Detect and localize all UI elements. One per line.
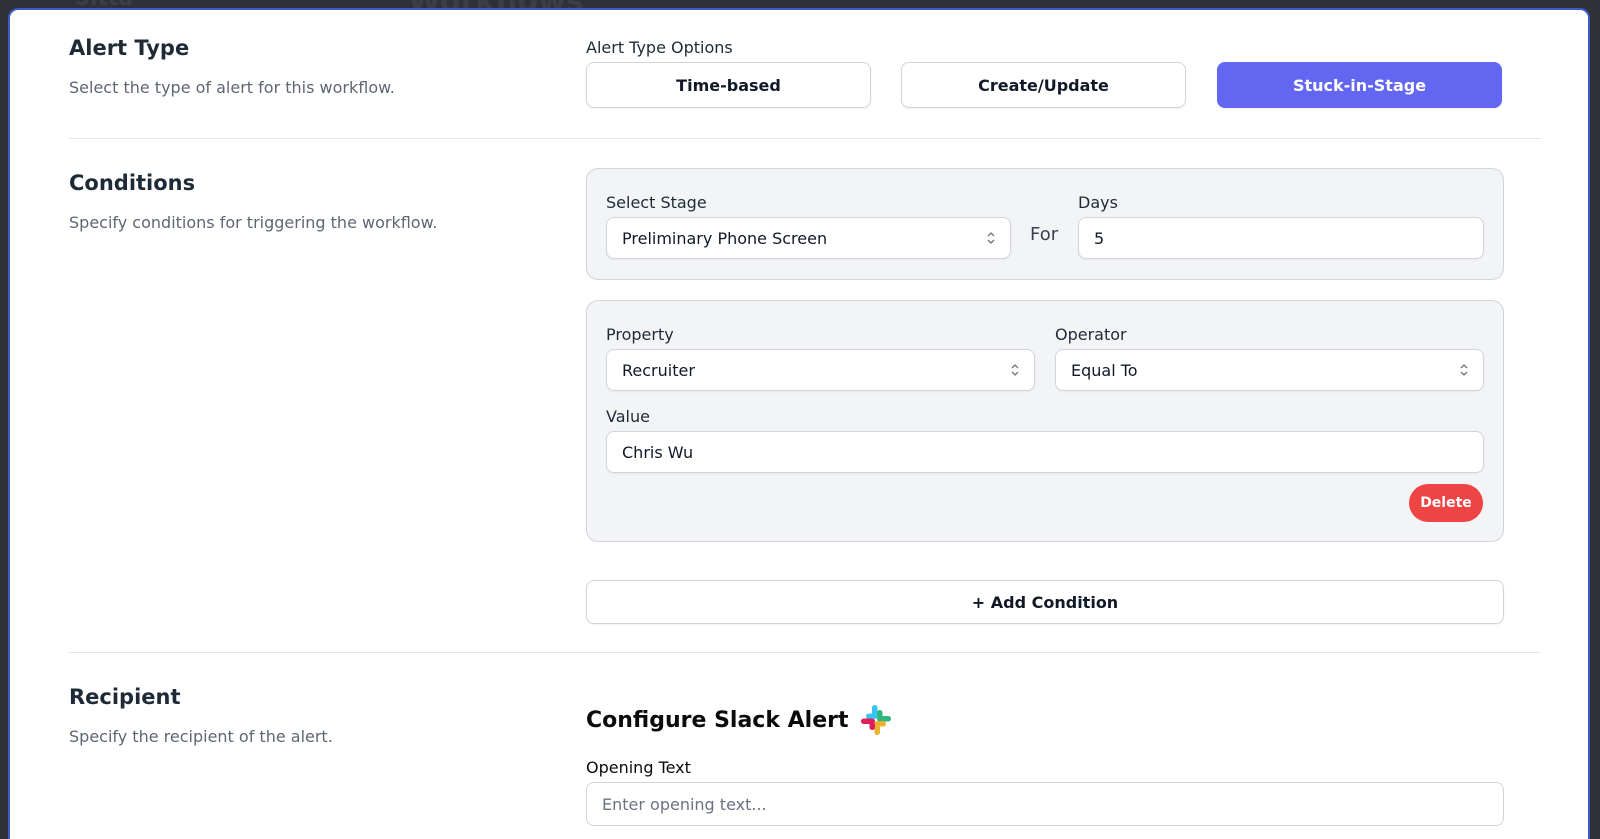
select-stage-dropdown[interactable]: Preliminary Phone Screen	[606, 217, 1011, 259]
slack-alert-title: Configure Slack Alert	[586, 707, 849, 733]
chevron-up-down-icon	[1460, 364, 1468, 376]
alert-type-description: Select the type of alert for this workfl…	[69, 78, 395, 97]
chevron-up-down-icon	[987, 232, 995, 244]
days-input[interactable]	[1078, 217, 1484, 259]
option-time-based-button[interactable]: Time-based	[586, 62, 871, 108]
for-label: For	[1030, 224, 1059, 245]
stage-panel: Select Stage Preliminary Phone Screen Fo…	[586, 168, 1504, 280]
workflow-modal: Alert Type Select the type of alert for …	[8, 8, 1590, 839]
conditions-title: Conditions	[69, 171, 196, 195]
opening-text-input[interactable]	[586, 782, 1504, 826]
conditions-section: Conditions Specify conditions for trigge…	[69, 140, 1541, 232]
operator-dropdown[interactable]: Equal To	[1055, 349, 1484, 391]
alert-type-options-label: Alert Type Options	[586, 38, 733, 57]
slack-alert-heading: Configure Slack Alert	[586, 703, 893, 737]
conditions-description: Specify conditions for triggering the wo…	[69, 213, 438, 232]
opening-text-label: Opening Text	[586, 758, 691, 777]
property-label: Property	[606, 325, 674, 344]
recipient-title: Recipient	[69, 685, 181, 709]
alert-type-title: Alert Type	[69, 36, 190, 60]
divider	[69, 652, 1541, 653]
option-stuck-in-stage-button[interactable]: Stuck-in-Stage	[1217, 62, 1502, 108]
condition-panel: Property Recruiter Operator Equal To Val…	[586, 300, 1504, 542]
value-input[interactable]	[606, 431, 1484, 473]
select-stage-label: Select Stage	[606, 193, 707, 212]
property-dropdown[interactable]: Recruiter	[606, 349, 1035, 391]
property-value: Recruiter	[622, 360, 695, 380]
recipient-description: Specify the recipient of the alert.	[69, 727, 333, 746]
divider	[69, 138, 1541, 139]
select-stage-value: Preliminary Phone Screen	[622, 228, 828, 248]
add-condition-button[interactable]: + Add Condition	[586, 580, 1504, 624]
chevron-up-down-icon	[1011, 364, 1019, 376]
value-label: Value	[606, 407, 650, 426]
option-create-update-button[interactable]: Create/Update	[901, 62, 1186, 108]
slack-logo-icon	[860, 705, 891, 735]
operator-value: Equal To	[1071, 360, 1138, 380]
recipient-section: Recipient Specify the recipient of the a…	[69, 654, 1541, 746]
operator-label: Operator	[1055, 325, 1127, 344]
days-label: Days	[1078, 193, 1118, 212]
delete-condition-button[interactable]: Delete	[1409, 484, 1483, 522]
